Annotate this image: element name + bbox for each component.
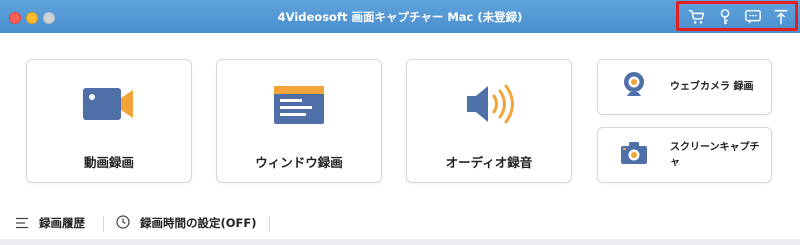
divider (103, 216, 104, 232)
window-record-label: ウィンドウ録画 (255, 155, 343, 170)
recording-history-button[interactable]: 録画履歴 (15, 208, 85, 238)
pin-icon[interactable] (771, 7, 791, 27)
recording-timer-label: 録画時間の設定(OFF) (140, 216, 257, 230)
list-icon (15, 214, 29, 233)
title-bar: 4Videosoft 画面キャプチャー Mac (未登録) (0, 0, 800, 33)
key-icon[interactable] (715, 7, 735, 27)
recording-history-label: 録画履歴 (39, 216, 85, 230)
video-record-label: 動画録画 (83, 155, 134, 170)
webcam-record-label: ウェブカメラ 録画 (670, 81, 754, 93)
audio-record-label: オーディオ録音 (445, 155, 533, 170)
screenshot-label: スクリーンキャプチャ (670, 142, 760, 168)
titlebar-tools-highlight (676, 1, 798, 31)
video-record-card[interactable]: 動画録画 (26, 59, 192, 183)
window-icon (271, 82, 327, 130)
bottom-strip (0, 239, 800, 245)
recording-timer-button[interactable]: 録画時間の設定(OFF) (116, 208, 257, 238)
webcam-icon (620, 70, 648, 104)
video-camera-icon (81, 82, 137, 130)
speaker-icon (461, 82, 517, 130)
window-record-card[interactable]: ウィンドウ録画 (216, 59, 382, 183)
bottom-toolbar: 録画履歴 録画時間の設定(OFF) (0, 208, 800, 238)
divider (269, 216, 270, 232)
cart-icon[interactable] (687, 7, 707, 27)
webcam-record-card[interactable]: ウェブカメラ 録画 (597, 59, 772, 115)
audio-record-card[interactable]: オーディオ録音 (406, 59, 572, 183)
clock-icon (116, 214, 130, 233)
screenshot-card[interactable]: スクリーンキャプチャ (597, 127, 772, 183)
chat-icon[interactable] (743, 7, 763, 27)
camera-icon (620, 140, 648, 170)
